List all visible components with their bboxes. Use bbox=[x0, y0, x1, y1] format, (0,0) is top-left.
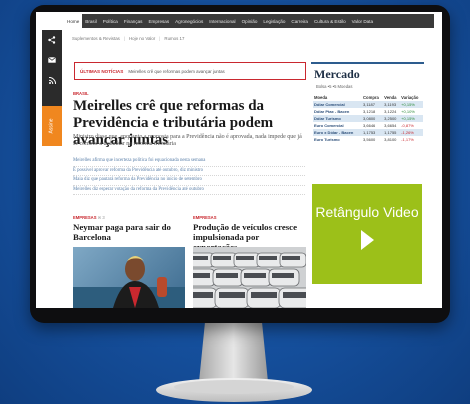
nav-item-cultura[interactable]: Cultura & Estilo bbox=[311, 14, 349, 28]
subnav-link[interactable]: Hoje no Valor bbox=[129, 36, 155, 41]
ticker-label: ÚLTIMAS NOTÍCIAS bbox=[80, 68, 124, 74]
column-header: Variação bbox=[401, 95, 419, 100]
market-table: Moeda Compra Venda Variação Dólar Comerc… bbox=[313, 94, 423, 143]
comment-count: 3 bbox=[102, 215, 105, 220]
divider: | bbox=[159, 35, 161, 41]
column-header: Compra bbox=[363, 95, 379, 100]
card-kicker[interactable]: EMPRESAS bbox=[193, 215, 217, 220]
subscribe-button[interactable]: Assine bbox=[42, 106, 62, 146]
nav-item-brasil[interactable]: Brasil bbox=[82, 14, 100, 28]
column-header: Venda bbox=[384, 95, 397, 100]
video-label: Retângulo Video bbox=[315, 204, 419, 220]
variation-value: +0,15% bbox=[400, 101, 423, 108]
column-header: Moeda bbox=[314, 95, 328, 100]
nav-item-politica[interactable]: Política bbox=[100, 14, 121, 28]
buy-value: 3,1218 bbox=[363, 109, 376, 114]
currency-name: Euro x Dólar - Bacen bbox=[313, 129, 363, 136]
divider: | bbox=[123, 35, 125, 41]
player-image bbox=[73, 256, 185, 308]
sell-value: 3,1193 bbox=[383, 101, 401, 108]
cars-photo[interactable] bbox=[193, 247, 306, 308]
latest-news-ticker[interactable]: ÚLTIMAS NOTÍCIAS Meirelles crê que refor… bbox=[74, 62, 306, 80]
share-icon[interactable] bbox=[42, 30, 62, 50]
nav-item-agronegocios[interactable]: Agronegócios bbox=[172, 14, 206, 28]
sell-value: 1,1755 bbox=[383, 129, 401, 136]
buy-value: 1,1753 bbox=[362, 129, 384, 136]
variation-value: -1,26% bbox=[400, 129, 423, 136]
variation-value: +0,10% bbox=[401, 109, 415, 114]
table-row[interactable]: Euro x Dólar - Bacen 1,1753 1,1755 -1,26… bbox=[313, 129, 423, 136]
sell-value: 3,6654 bbox=[384, 123, 397, 128]
subnav-link[interactable]: Suplementos & Revistas bbox=[72, 36, 120, 41]
related-links: Meirelles afirma que incerteza política … bbox=[73, 157, 305, 195]
market-title: Mercado bbox=[314, 67, 360, 81]
market-header-row: Moeda Compra Venda Variação bbox=[313, 94, 423, 101]
related-link[interactable]: Maia diz que pautará reforma da Previdên… bbox=[73, 176, 305, 186]
ticker-text[interactable]: Meirelles crê que reformas podem avançar… bbox=[128, 69, 224, 74]
nav-item-home[interactable]: Home bbox=[64, 14, 83, 28]
nav-item-financas[interactable]: Finanças bbox=[121, 14, 146, 28]
sell-value: 3,2500 bbox=[383, 115, 401, 122]
table-row[interactable]: Dólar Ptax - Bacen 3,1218 3,1224 +0,10% bbox=[313, 108, 423, 115]
table-row[interactable]: Euro Comercial 3,6646 3,6654 -0,87% bbox=[313, 122, 423, 129]
related-link[interactable]: Meirelles afirma que incerteza política … bbox=[73, 157, 305, 167]
buy-value: 3,5600 bbox=[363, 137, 376, 142]
currency-name: Dólar Turismo bbox=[313, 115, 363, 122]
card-title[interactable]: Neymar paga para sair do Barcelona bbox=[73, 222, 185, 242]
buy-value: 3,1187 bbox=[362, 101, 384, 108]
video-ad[interactable]: Retângulo Video bbox=[312, 184, 422, 284]
player-photo[interactable] bbox=[73, 247, 185, 308]
sell-value: 3,8100 bbox=[384, 137, 397, 142]
nav-item-valor-data[interactable]: Valor Data bbox=[349, 14, 376, 28]
sub-nav: Suplementos & Revistas | Hoje no Valor |… bbox=[72, 33, 184, 43]
currency-name: Euro Turismo bbox=[314, 137, 340, 142]
buy-value: 3,6646 bbox=[363, 123, 376, 128]
main-nav: Home Brasil Política Finanças Empresas A… bbox=[64, 14, 434, 28]
rss-icon[interactable] bbox=[42, 70, 62, 90]
nav-item-opiniao[interactable]: Opinião bbox=[239, 14, 261, 28]
table-row[interactable]: Euro Turismo 3,5600 3,8100 -1,17% bbox=[313, 136, 423, 143]
sell-value: 3,1224 bbox=[384, 109, 397, 114]
variation-value: -0,87% bbox=[401, 123, 414, 128]
main-lead: Ministro disse que, enquanto a proposta … bbox=[73, 134, 302, 148]
card-kicker[interactable]: EMPRESAS ✉ 3 bbox=[73, 215, 105, 220]
related-link[interactable]: É possível aprovar reforma da Previdênci… bbox=[73, 167, 305, 176]
nav-item-empresas[interactable]: Empresas bbox=[145, 14, 172, 28]
cars-image bbox=[193, 247, 306, 308]
currency-name: Dólar Ptax - Bacen bbox=[314, 109, 350, 114]
card-kicker-text: EMPRESAS bbox=[73, 215, 97, 220]
play-icon[interactable] bbox=[360, 230, 374, 250]
table-row[interactable]: Dólar Turismo 3,0800 3,2500 +0,15% bbox=[313, 115, 423, 122]
variation-value: -1,17% bbox=[401, 137, 414, 142]
nav-item-internacional[interactable]: Internacional bbox=[206, 14, 238, 28]
currency-name: Euro Comercial bbox=[314, 123, 344, 128]
table-row[interactable]: Dólar Comercial 3,1187 3,1193 +0,15% bbox=[313, 101, 423, 108]
variation-value: +0,15% bbox=[400, 115, 423, 122]
currency-name: Dólar Comercial bbox=[313, 101, 363, 108]
nav-item-carreira[interactable]: Carreira bbox=[288, 14, 311, 28]
email-icon[interactable] bbox=[42, 50, 62, 70]
market-tabs[interactable]: Bolsa •5 •5 Moedas bbox=[316, 84, 424, 89]
related-link[interactable]: Meirelles diz esperar votação da reforma… bbox=[73, 186, 305, 195]
buy-value: 3,0800 bbox=[362, 115, 384, 122]
nav-item-legislacao[interactable]: Legislação bbox=[260, 14, 288, 28]
subscribe-label: Assine bbox=[48, 118, 55, 134]
section-kicker[interactable]: BRASIL bbox=[73, 91, 89, 96]
comment-icon: ✉ bbox=[97, 215, 102, 220]
subnav-link[interactable]: Rumos 17 bbox=[164, 36, 184, 41]
market-widget: Mercado Bolsa •5 •5 Moedas Moeda Compra … bbox=[311, 62, 424, 180]
